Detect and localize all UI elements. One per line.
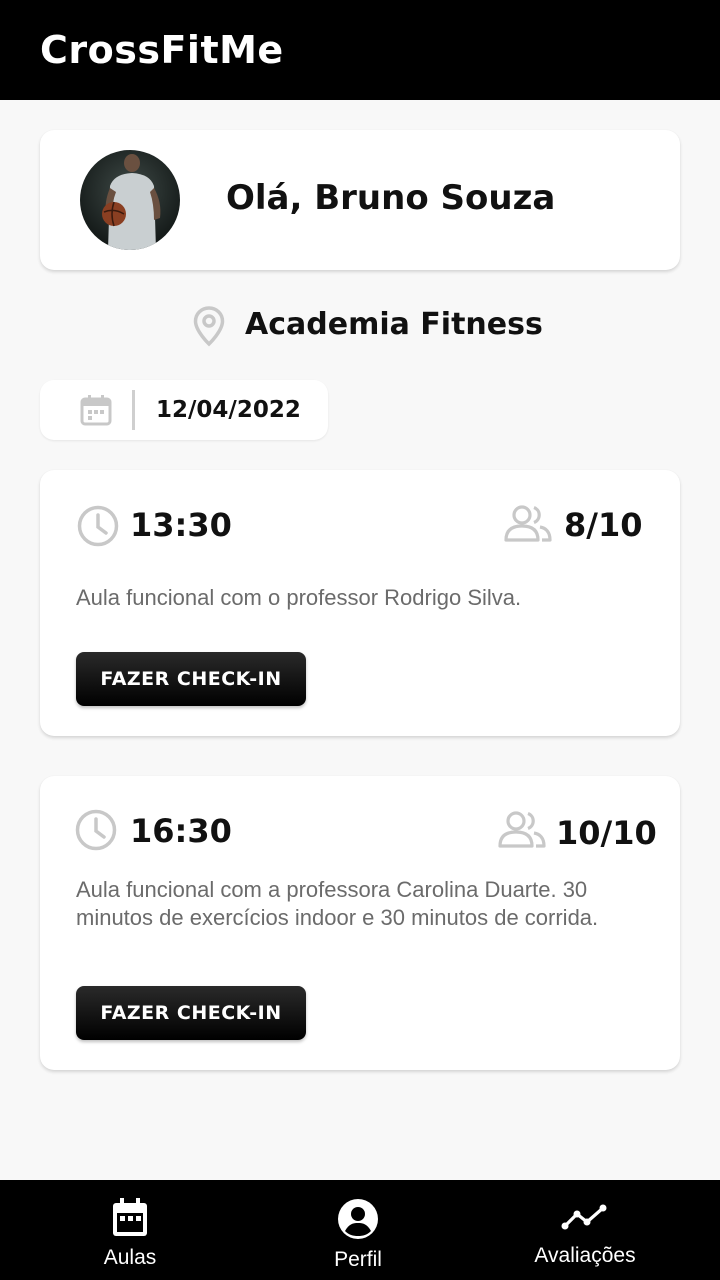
bottom-navigation: Aulas Perfil Avaliações — [0, 1180, 720, 1280]
class-card: 16:30 10/10 Aula funcional com a profess… — [40, 776, 680, 1070]
class-capacity: 10/10 — [556, 814, 657, 852]
map-pin-icon — [193, 306, 225, 347]
nav-item-perfil[interactable]: Perfil — [238, 1180, 478, 1280]
clock-icon — [77, 505, 119, 547]
app-bar: CrossFitMe — [0, 0, 720, 100]
nav-item-aulas[interactable]: Aulas — [10, 1180, 250, 1280]
class-capacity: 8/10 — [564, 506, 643, 544]
calendar-icon — [80, 395, 112, 426]
nav-item-avaliacoes[interactable]: Avaliações — [465, 1180, 705, 1280]
class-time: 13:30 — [130, 506, 232, 544]
calendar-icon — [113, 1198, 147, 1236]
location-row: Academia Fitness — [0, 300, 720, 350]
greeting-text: Olá, Bruno Souza — [226, 178, 556, 218]
checkin-button[interactable]: FAZER CHECK-IN — [76, 986, 306, 1040]
app-title: CrossFitMe — [40, 28, 284, 72]
avatar-photo — [80, 150, 180, 250]
people-icon — [498, 811, 546, 848]
checkin-button[interactable]: FAZER CHECK-IN — [76, 652, 306, 706]
date-selector[interactable]: 12/04/2022 — [40, 380, 328, 440]
class-description: Aula funcional com a professora Carolina… — [76, 877, 599, 930]
profile-card[interactable]: Olá, Bruno Souza — [40, 130, 680, 270]
nav-label: Avaliações — [534, 1244, 636, 1267]
class-time: 16:30 — [130, 812, 232, 850]
gym-name: Academia Fitness — [245, 307, 543, 342]
chip-divider — [132, 390, 135, 430]
class-description: Aula funcional com o professor Rodrigo S… — [76, 585, 522, 610]
account-circle-icon — [338, 1199, 378, 1239]
nav-label: Perfil — [334, 1248, 382, 1271]
avatar[interactable] — [80, 150, 180, 250]
people-icon — [504, 505, 552, 542]
class-card: 13:30 8/10 Aula funcional com o professo… — [40, 470, 680, 736]
clock-icon — [75, 809, 117, 851]
trending-line-icon — [561, 1204, 607, 1230]
selected-date: 12/04/2022 — [156, 397, 301, 423]
nav-label: Aulas — [103, 1246, 157, 1269]
